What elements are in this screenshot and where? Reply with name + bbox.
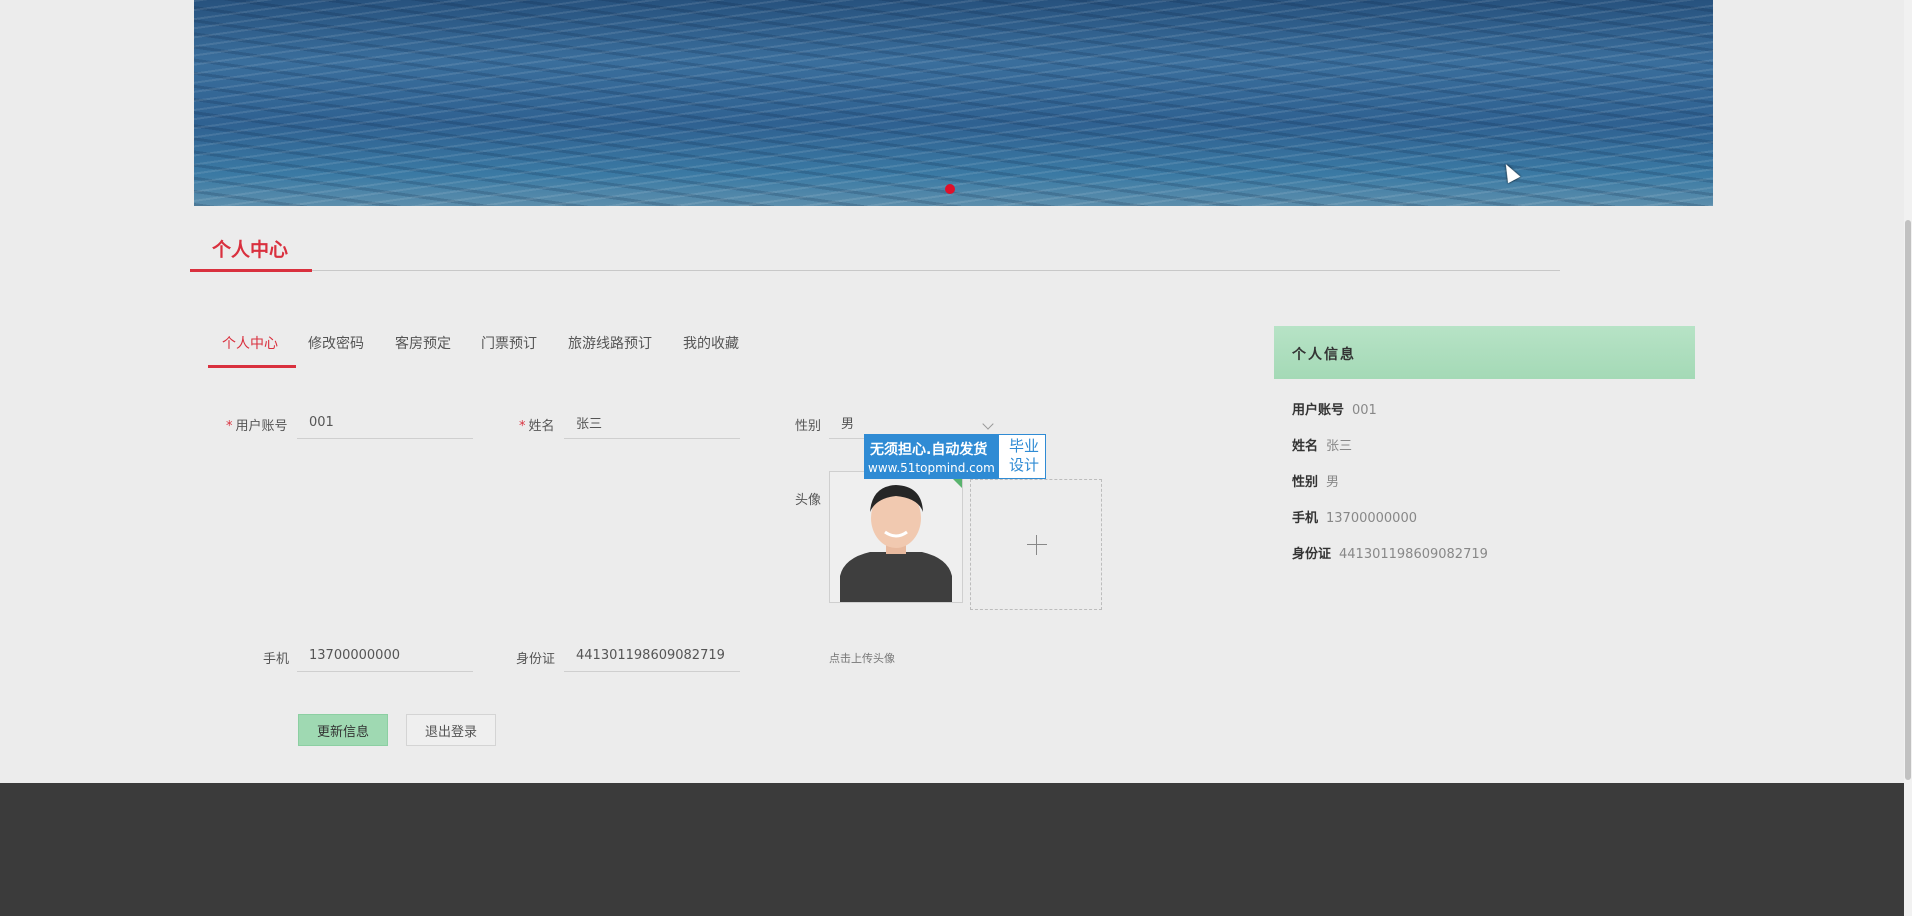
gender-label: 性别	[795, 419, 822, 434]
phone-input[interactable]	[297, 640, 473, 672]
active-tab-underline	[208, 365, 296, 368]
avatar-portrait-icon	[830, 472, 962, 602]
upload-avatar-box[interactable]	[970, 479, 1102, 610]
idcard-label: 身份证	[516, 652, 556, 667]
hero-banner	[194, 0, 1713, 206]
name-input[interactable]	[564, 407, 740, 439]
plus-icon	[1027, 544, 1047, 545]
page-title: 个人中心	[212, 239, 289, 261]
info-row: 手机 13700000000	[1292, 511, 1417, 526]
tab-profile-center[interactable]: 个人中心	[222, 333, 278, 353]
account-input[interactable]	[297, 407, 473, 439]
watermark-ad: 无须担心.自动发货 www.51topmind.com 毕业设计	[864, 434, 1046, 479]
name-label: * 姓名	[519, 419, 555, 434]
section-divider	[190, 270, 1560, 271]
section-title-underline	[190, 269, 312, 272]
page-footer	[0, 783, 1904, 916]
carousel-indicator-dot[interactable]	[945, 184, 955, 194]
phone-label: 手机	[263, 652, 290, 667]
tab-route-booking[interactable]: 旅游线路预订	[568, 333, 652, 353]
watermark-left: 无须担心.自动发货 www.51topmind.com	[865, 435, 999, 478]
update-info-button[interactable]: 更新信息	[298, 714, 388, 746]
required-mark: *	[226, 419, 233, 434]
avatar-label: 头像	[795, 493, 822, 508]
tab-room-booking[interactable]: 客房预定	[395, 333, 451, 353]
watermark-right: 毕业设计	[1008, 437, 1039, 474]
account-label: * 用户账号	[226, 419, 288, 434]
avatar-image[interactable]	[829, 471, 963, 603]
watermark-line2: www.51topmind.com	[868, 461, 995, 475]
idcard-input[interactable]	[564, 640, 740, 672]
info-row: 身份证 441301198609082719	[1292, 547, 1488, 562]
info-row: 性别男	[1292, 475, 1340, 490]
tab-favorites[interactable]: 我的收藏	[683, 333, 739, 353]
required-mark: *	[519, 419, 526, 434]
logout-button[interactable]: 退出登录	[406, 714, 496, 746]
watermark-line1: 无须担心.自动发货	[870, 442, 988, 458]
info-row: 姓名 张三	[1292, 439, 1353, 454]
tab-change-password[interactable]: 修改密码	[308, 333, 364, 353]
tab-ticket-booking[interactable]: 门票预订	[481, 333, 537, 353]
info-row: 用户账号 001	[1292, 403, 1377, 418]
scrollbar-thumb[interactable]	[1905, 220, 1911, 780]
upload-hint: 点击上传头像	[829, 652, 895, 665]
mouse-cursor-icon	[1499, 160, 1521, 184]
plus-icon	[1036, 535, 1037, 555]
personal-info-card: 个人信息 用户账号 001 姓名 张三 性别男 手机 13700000000 身份证 4…	[1274, 326, 1695, 576]
info-card-title: 个人信息	[1292, 347, 1356, 363]
info-card-header: 个人信息	[1274, 326, 1695, 379]
page-scrollbar[interactable]	[1904, 0, 1912, 916]
